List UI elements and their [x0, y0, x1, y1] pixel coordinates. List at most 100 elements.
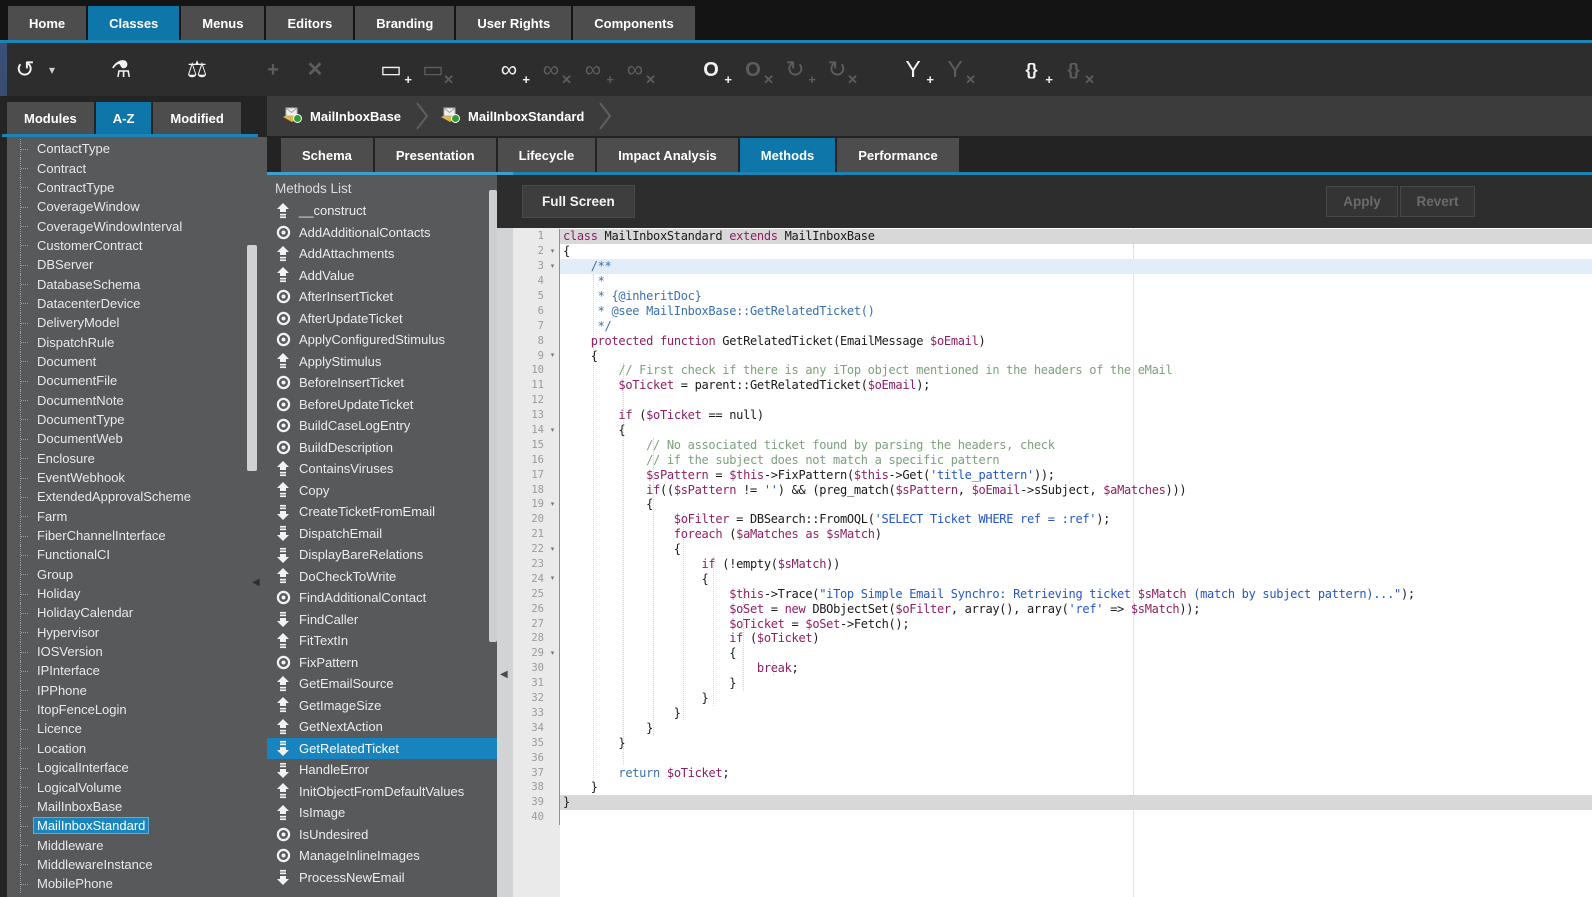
fold-marker-icon[interactable]: ▾ — [546, 248, 559, 255]
sidebar-class-coveragewindow[interactable]: CoverageWindow — [7, 197, 267, 216]
code-line[interactable]: 29▾ { — [513, 646, 1592, 661]
code-line[interactable]: 17 $sPattern = $this->FixPattern($this->… — [513, 467, 1592, 482]
method-item-applyconfiguredstimulus[interactable]: ApplyConfiguredStimulus — [267, 329, 497, 351]
method-item-afterinsertticket[interactable]: AfterInsertTicket — [267, 286, 497, 308]
sidebar-class-deliverymodel[interactable]: DeliveryModel — [7, 313, 267, 332]
sidebar-class-contract[interactable]: Contract — [7, 158, 267, 177]
method-item-dochecktowrite[interactable]: DoCheckToWrite — [267, 566, 497, 588]
sidebar-class-mobilephone[interactable]: MobilePhone — [7, 874, 267, 893]
sidebar-class-eventwebhook[interactable]: EventWebhook — [7, 468, 267, 487]
code-line[interactable]: 40 — [513, 810, 1592, 825]
sidebar-class-logicalvolume[interactable]: LogicalVolume — [7, 777, 267, 796]
code-line[interactable]: 15 // No associated ticket found by pars… — [513, 437, 1592, 452]
method-item-isimage[interactable]: IsImage — [267, 802, 497, 824]
code-line[interactable]: 3▾ /** — [513, 259, 1592, 274]
sidebar-class-iosversion[interactable]: IOSVersion — [7, 642, 267, 661]
sidebar-class-contracttype[interactable]: ContractType — [7, 178, 267, 197]
method-item-buildcaselogentry[interactable]: BuildCaseLogEntry — [267, 415, 497, 437]
sidebar-class-ipphone[interactable]: IPPhone — [7, 681, 267, 700]
method-item-processnewemail[interactable]: ProcessNewEmail — [267, 867, 497, 889]
code-line[interactable]: 20 $oFilter = DBSearch::FromOQL('SELECT … — [513, 512, 1592, 527]
method-item-displaybarerelations[interactable]: DisplayBareRelations — [267, 544, 497, 566]
fold-marker-icon[interactable]: ▾ — [546, 352, 559, 359]
method-item-findcaller[interactable]: FindCaller — [267, 609, 497, 631]
code-line[interactable]: 2▾{ — [513, 244, 1592, 259]
panel-splitter[interactable]: ◀ — [497, 228, 513, 897]
method-item-isundesired[interactable]: IsUndesired — [267, 824, 497, 846]
sidebar-class-ipinterface[interactable]: IPInterface — [7, 661, 267, 680]
method-item-fittextin[interactable]: FitTextIn — [267, 630, 497, 652]
sidebar-class-customercontract[interactable]: CustomerContract — [7, 236, 267, 255]
code-line[interactable]: 25 $this->Trace("iTop Simple Email Synch… — [513, 586, 1592, 601]
sidebar-class-fiberchannelinterface[interactable]: FiberChannelInterface — [7, 526, 267, 545]
sidebar-scrollbar[interactable] — [247, 245, 257, 471]
sidebar-class-mailinboxstandard[interactable]: MailInboxStandard — [7, 816, 267, 835]
test-model-icon[interactable]: ⚗ — [108, 53, 134, 87]
code-line[interactable]: 6 * @see MailInboxBase::GetRelatedTicket… — [513, 303, 1592, 318]
code-line[interactable]: 34 } — [513, 720, 1592, 735]
code-line[interactable]: 39} — [513, 795, 1592, 810]
code-line[interactable]: 11 $oTicket = parent::GetRelatedTicket($… — [513, 378, 1592, 393]
code-line[interactable]: 35 } — [513, 735, 1592, 750]
code-line[interactable]: 19▾ { — [513, 497, 1592, 512]
apply-button[interactable]: Apply — [1326, 186, 1398, 217]
sidebar-class-documenttype[interactable]: DocumentType — [7, 410, 267, 429]
sidebar-class-databaseschema[interactable]: DatabaseSchema — [7, 274, 267, 293]
class-tab-presentation[interactable]: Presentation — [375, 138, 496, 172]
menu-tab-classes[interactable]: Classes — [88, 6, 179, 40]
method-item-construct[interactable]: __construct — [267, 200, 497, 222]
sidebar-class-licence[interactable]: Licence — [7, 719, 267, 738]
method-item-dispatchemail[interactable]: DispatchEmail — [267, 523, 497, 545]
code-line[interactable]: 7 */ — [513, 318, 1592, 333]
code-line[interactable]: 28 if ($oTicket) — [513, 631, 1592, 646]
sidebar-class-logicalinterface[interactable]: LogicalInterface — [7, 758, 267, 777]
code-editor[interactable]: 1class MailInboxStandard extends MailInb… — [513, 228, 1592, 897]
methods-scrollbar[interactable] — [489, 190, 497, 642]
sidebar-class-contacttype[interactable]: ContactType — [7, 139, 267, 158]
method-item-createticketfromemail[interactable]: CreateTicketFromEmail — [267, 501, 497, 523]
breadcrumb-item-mailinboxbase[interactable]: MailInboxBase — [281, 105, 401, 128]
method-item-builddescription[interactable]: BuildDescription — [267, 437, 497, 459]
sidebar-class-dispatchrule[interactable]: DispatchRule — [7, 332, 267, 351]
sidebar-collapse-arrow-icon[interactable]: ◀ — [252, 577, 260, 588]
add-method-icon[interactable]: {}+ — [1018, 53, 1044, 87]
add-relation-icon[interactable]: Y+ — [900, 53, 926, 87]
sidebar-tab-modules[interactable]: Modules — [7, 102, 94, 134]
sidebar-class-document[interactable]: Document — [7, 352, 267, 371]
sidebar-class-location[interactable]: Location — [7, 739, 267, 758]
sidebar-class-middlewareinstance[interactable]: MiddlewareInstance — [7, 855, 267, 874]
sidebar-class-documentfile[interactable]: DocumentFile — [7, 371, 267, 390]
add-class-icon[interactable]: O+ — [698, 53, 724, 87]
method-item-getnextaction[interactable]: GetNextAction — [267, 716, 497, 738]
code-line[interactable]: 38 } — [513, 780, 1592, 795]
code-line[interactable]: 1class MailInboxStandard extends MailInb… — [513, 229, 1592, 244]
sidebar-class-functionalci[interactable]: FunctionalCI — [7, 545, 267, 564]
breadcrumb-item-mailinboxstandard[interactable]: MailInboxStandard — [439, 105, 584, 128]
menu-tab-editors[interactable]: Editors — [266, 6, 353, 40]
method-item-containsviruses[interactable]: ContainsViruses — [267, 458, 497, 480]
sidebar-tab-a-z[interactable]: A-Z — [96, 102, 152, 134]
class-tab-lifecycle[interactable]: Lifecycle — [498, 138, 596, 172]
code-line[interactable]: 32 } — [513, 691, 1592, 706]
sidebar-class-group[interactable]: Group — [7, 565, 267, 584]
method-item-addvalue[interactable]: AddValue — [267, 265, 497, 287]
code-line[interactable]: 21 foreach ($aMatches as $sMatch) — [513, 527, 1592, 542]
sidebar-class-documentnote[interactable]: DocumentNote — [7, 390, 267, 409]
method-item-beforeinsertticket[interactable]: BeforeInsertTicket — [267, 372, 497, 394]
code-line[interactable]: 33 } — [513, 706, 1592, 721]
add-link-icon[interactable]: ∞+ — [496, 53, 522, 87]
menu-tab-home[interactable]: Home — [8, 6, 86, 40]
code-line[interactable]: 13 if ($oTicket == null) — [513, 408, 1592, 423]
code-line[interactable]: 10 // First check if there is any iTop o… — [513, 363, 1592, 378]
code-line[interactable]: 4 * — [513, 274, 1592, 289]
code-line[interactable]: 14▾ { — [513, 423, 1592, 438]
method-item-beforeupdateticket[interactable]: BeforeUpdateTicket — [267, 394, 497, 416]
sidebar-class-enclosure[interactable]: Enclosure — [7, 449, 267, 468]
code-line[interactable]: 36 — [513, 750, 1592, 765]
method-item-addattachments[interactable]: AddAttachments — [267, 243, 497, 265]
code-line[interactable]: 31 } — [513, 676, 1592, 691]
code-line[interactable]: 9▾ { — [513, 348, 1592, 363]
code-line[interactable]: 24▾ { — [513, 571, 1592, 586]
sidebar-class-itopfencelogin[interactable]: ItopFenceLogin — [7, 700, 267, 719]
method-item-fixpattern[interactable]: FixPattern — [267, 652, 497, 674]
